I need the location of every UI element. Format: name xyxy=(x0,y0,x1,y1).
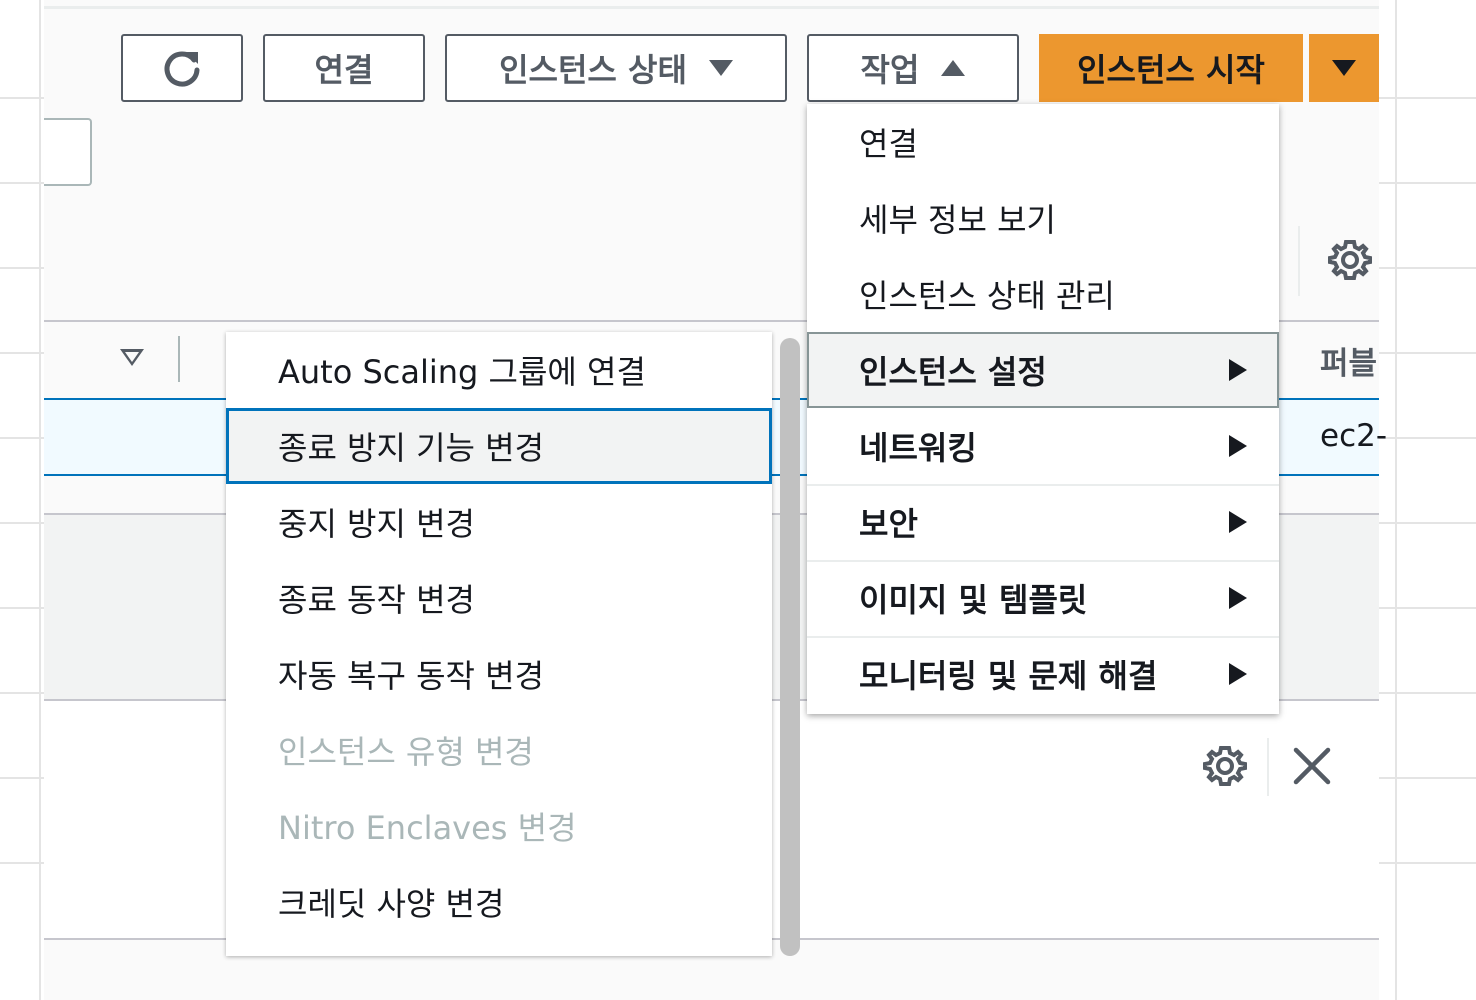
actions-label: 작업 xyxy=(860,51,920,89)
actions-menu-item-monitor-troubleshoot[interactable]: 모니터링 및 문제 해결 xyxy=(807,636,1279,712)
menu-item-label: 연결 xyxy=(859,125,918,163)
launch-instances-caret-button[interactable] xyxy=(1309,34,1379,102)
menu-item-label: Auto Scaling 그룹에 연결 xyxy=(278,353,646,391)
actions-menu-item-connect[interactable]: 연결 xyxy=(807,104,1279,180)
submenu-item-auto-recovery[interactable]: 자동 복구 동작 변경 xyxy=(226,636,772,712)
preferences-divider xyxy=(1298,226,1300,296)
submenu-scrollbar[interactable] xyxy=(780,338,800,956)
menu-item-label: 자동 복구 동작 변경 xyxy=(278,657,545,695)
connect-button[interactable]: 연결 xyxy=(263,34,425,102)
menu-item-label: 중지 방지 변경 xyxy=(278,505,475,543)
gear-icon[interactable] xyxy=(1328,238,1372,282)
refresh-button[interactable] xyxy=(121,34,243,102)
public-dns-column-header[interactable]: 퍼블 xyxy=(1320,338,1377,383)
launch-instances-button[interactable]: 인스턴스 시작 xyxy=(1039,34,1303,102)
menu-item-label: 종료 방지 기능 변경 xyxy=(278,429,545,467)
split-panel-divider xyxy=(1267,738,1269,796)
instance-settings-submenu: Auto Scaling 그룹에 연결 종료 방지 기능 변경 중지 방지 변경… xyxy=(226,332,772,956)
submenu-item-shutdown-behavior[interactable]: 종료 동작 변경 xyxy=(226,560,772,636)
actions-dropdown[interactable]: 작업 xyxy=(807,34,1019,102)
menu-item-label: 종료 동작 변경 xyxy=(278,581,475,619)
caret-down-icon xyxy=(1332,60,1356,76)
instance-state-dropdown[interactable]: 인스턴스 상태 xyxy=(445,34,787,102)
actions-menu: 연결 세부 정보 보기 인스턴스 상태 관리 인스턴스 설정 네트워킹 보안 이… xyxy=(807,104,1279,714)
connect-button-label: 연결 xyxy=(314,51,374,89)
menu-item-label: 크레딧 사양 변경 xyxy=(278,885,505,923)
actions-menu-item-instance-settings[interactable]: 인스턴스 설정 xyxy=(807,332,1279,408)
panel-top-border xyxy=(44,6,1379,9)
column-divider xyxy=(178,336,180,382)
chevron-right-icon xyxy=(1229,663,1247,685)
search-input[interactable] xyxy=(44,118,92,186)
refresh-icon xyxy=(164,51,200,87)
submenu-item-stop-protection[interactable]: 중지 방지 변경 xyxy=(226,484,772,560)
launch-instances-label: 인스턴스 시작 xyxy=(1077,51,1265,89)
menu-item-label: 모니터링 및 문제 해결 xyxy=(859,657,1158,695)
caret-down-icon xyxy=(708,60,733,76)
submenu-item-attach-asg[interactable]: Auto Scaling 그룹에 연결 xyxy=(226,332,772,408)
actions-menu-item-images-templates[interactable]: 이미지 및 템플릿 xyxy=(807,560,1279,636)
menu-item-label: 세부 정보 보기 xyxy=(859,201,1056,239)
submenu-item-credit-specification[interactable]: 크레딧 사양 변경 xyxy=(226,864,772,940)
gear-icon[interactable] xyxy=(1203,744,1247,788)
menu-item-label: 이미지 및 템플릿 xyxy=(859,581,1088,619)
actions-menu-item-view-details[interactable]: 세부 정보 보기 xyxy=(807,180,1279,256)
submenu-item-instance-type: 인스턴스 유형 변경 xyxy=(226,712,772,788)
public-dns-cell: ec2- xyxy=(1320,418,1388,454)
menu-item-label: 인스턴스 유형 변경 xyxy=(278,733,534,771)
chevron-right-icon xyxy=(1229,587,1247,609)
actions-menu-item-networking[interactable]: 네트워킹 xyxy=(807,408,1279,484)
menu-item-label: 인스턴스 설정 xyxy=(859,353,1047,391)
menu-item-label: Nitro Enclaves 변경 xyxy=(278,809,577,847)
menu-item-label: 인스턴스 상태 관리 xyxy=(859,277,1115,315)
chevron-right-icon xyxy=(1229,359,1247,381)
instance-state-label: 인스턴스 상태 xyxy=(499,51,687,89)
menu-item-label: 네트워킹 xyxy=(859,429,977,467)
close-icon[interactable] xyxy=(1290,744,1334,788)
actions-menu-item-security[interactable]: 보안 xyxy=(807,484,1279,560)
caret-up-icon xyxy=(941,60,966,76)
chevron-right-icon xyxy=(1229,435,1247,457)
menu-item-label: 보안 xyxy=(859,505,918,543)
chevron-right-icon xyxy=(1229,511,1247,533)
sort-icon[interactable] xyxy=(120,349,144,366)
submenu-item-nitro-enclaves: Nitro Enclaves 변경 xyxy=(226,788,772,864)
submenu-item-termination-protection[interactable]: 종료 방지 기능 변경 xyxy=(226,408,772,484)
actions-menu-item-manage-state[interactable]: 인스턴스 상태 관리 xyxy=(807,256,1279,332)
